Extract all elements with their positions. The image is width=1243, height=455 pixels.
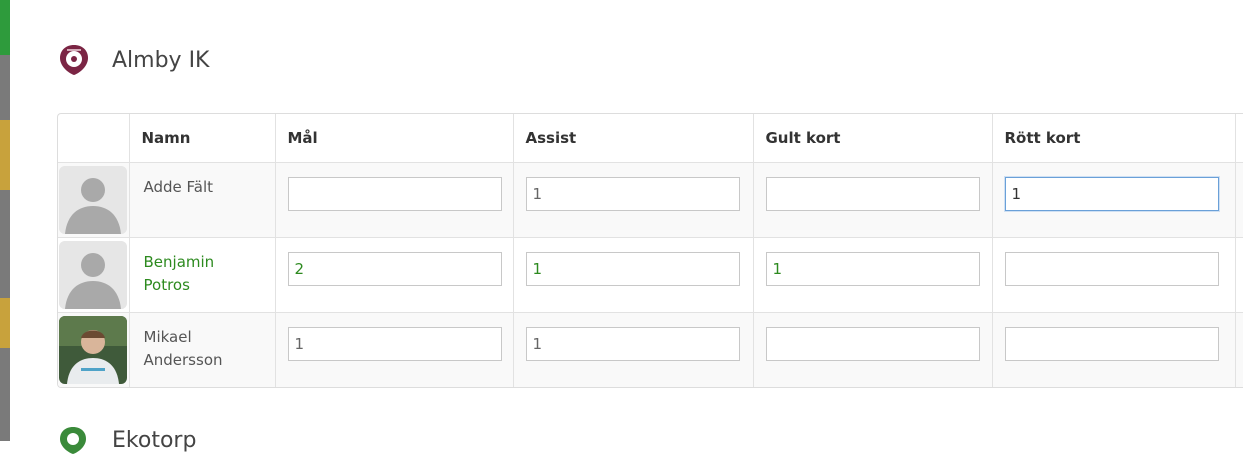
table-header-row: Namn Mål Assist Gult kort Rött kort [58,114,1243,162]
assists-input[interactable] [525,176,740,211]
default-avatar-icon [59,165,127,234]
assists-input[interactable] [525,251,740,286]
input-cell [274,161,513,237]
goals-input[interactable] [287,251,502,286]
yellow-card-input[interactable] [765,176,980,211]
header-yellow-card: Gult kort [752,114,992,162]
table-row: Mikael Andersson [58,311,1243,387]
header-goals: Mål [274,114,513,162]
sidebar-edge-accent [0,120,10,190]
input-cell [512,311,753,387]
team-crest-icon [60,427,86,454]
header-extra [1234,114,1243,162]
red-card-input[interactable] [1004,176,1219,211]
input-cell [752,311,992,387]
player-name: Mikael Andersson [128,311,275,387]
avatar-cell [58,161,129,237]
input-cell [991,311,1235,387]
input-cell [512,161,753,237]
photo-avatar [59,315,127,384]
team-crest-icon [60,45,88,75]
yellow-card-input[interactable] [765,326,980,361]
extra-cell [1234,311,1243,387]
goals-input[interactable] [287,176,502,211]
team-name: Almby IK [112,47,210,73]
sidebar-edge [0,0,10,441]
next-team-header: Ekotorp [58,425,196,455]
input-cell [752,161,992,237]
player-name: Benjamin Potros [128,236,275,312]
table-row: Benjamin Potros [58,236,1243,312]
input-cell [752,236,992,312]
default-avatar-icon [59,240,127,309]
red-card-input[interactable] [1004,326,1219,361]
sidebar-edge-accent [0,0,10,55]
red-card-input[interactable] [1004,251,1219,286]
input-cell [274,236,513,312]
input-cell [991,161,1235,237]
avatar-cell [58,311,129,387]
player-stats-table: Namn Mål Assist Gult kort Rött kort Adde… [57,113,1243,388]
next-team-name: Ekotorp [112,427,197,453]
input-cell [274,311,513,387]
player-name: Adde Fält [128,161,275,237]
header-red-card: Rött kort [991,114,1235,162]
team-header: Almby IK [58,38,210,82]
extra-cell [1234,236,1243,312]
goals-input[interactable] [287,326,502,361]
input-cell [512,236,753,312]
yellow-card-input[interactable] [765,251,980,286]
assists-input[interactable] [525,326,740,361]
header-name: Namn [128,114,275,162]
input-cell [991,236,1235,312]
avatar-cell [58,236,129,312]
table-row: Adde Fält [58,161,1243,237]
header-avatar [58,114,129,162]
header-assists: Assist [512,114,753,162]
sidebar-edge-accent [0,298,10,348]
extra-cell [1234,161,1243,237]
